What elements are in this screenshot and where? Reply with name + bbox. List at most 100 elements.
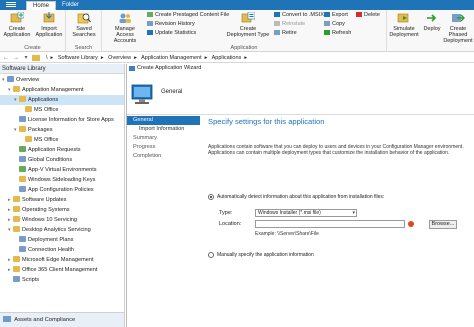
create-application-label: Create Application — [3, 26, 31, 38]
tree-item[interactable]: ▸ Microsoft Edge Management — [0, 255, 124, 265]
browse-button[interactable]: Browse... — [429, 220, 457, 229]
deploy-button[interactable]: Deploy — [421, 12, 443, 32]
tree-item[interactable]: Global Conditions — [0, 155, 124, 165]
ribbon-group-application-label: Application — [230, 45, 258, 51]
auto-detect-radio[interactable] — [208, 194, 214, 200]
create-prestaged-content-button[interactable]: Create Prestaged Content File — [147, 12, 229, 19]
tree-node-icon — [19, 96, 26, 102]
manage-access-accounts-button[interactable]: Manage Access Accounts — [106, 12, 144, 44]
assets-compliance-icon — [3, 316, 11, 322]
tree-item-label: Operating Systems — [22, 207, 70, 213]
simulate-deployment-button[interactable]: Simulate Deployment — [387, 12, 421, 38]
breadcrumb-application-management[interactable]: Application Management — [141, 55, 202, 61]
copy-icon — [324, 21, 330, 26]
wizard-page-heading: Specify settings for this application — [208, 117, 325, 126]
breadcrumb-overview[interactable]: Overview — [108, 55, 131, 61]
refresh-icon — [324, 30, 330, 35]
tree-item[interactable]: ▾ Applications — [0, 95, 124, 105]
tree-item-label: Packages — [28, 127, 53, 133]
tab-folder[interactable]: Folder — [56, 1, 85, 10]
create-deployment-type-button[interactable]: Create Deployment Type — [226, 12, 270, 38]
create-application-button[interactable]: Create Application — [0, 12, 34, 38]
workspace-assets-and-compliance-label: Assets and Compliance — [14, 317, 76, 323]
tree-item[interactable]: MS Office — [0, 105, 124, 115]
revision-history-icon — [147, 21, 153, 26]
type-select[interactable]: Windows Installer (*.msi file) ▾ — [255, 209, 357, 217]
step-progress[interactable]: Progress — [127, 143, 200, 152]
tree-node-icon — [13, 86, 20, 92]
tree-node-icon — [7, 76, 14, 82]
create-prestaged-content-label: Create Prestaged Content File — [155, 12, 230, 18]
dropdown-arrow-icon[interactable]: ▾ — [22, 54, 30, 62]
step-general[interactable]: General — [127, 116, 200, 125]
tab-file[interactable] — [0, 1, 24, 10]
create-deployment-type-icon — [241, 12, 255, 23]
create-phased-deployment-button[interactable]: Create Phased Deployment — [442, 12, 474, 44]
tree-item-label: Desktop Analytics Servicing — [22, 227, 91, 233]
tree-item[interactable]: ▾ Overview — [0, 75, 124, 85]
tree-item[interactable]: Application Requests — [0, 145, 124, 155]
manual-specify-label: Manually specify the application informa… — [217, 252, 314, 258]
ribbon-tab-bar: Home Folder — [0, 0, 474, 10]
ribbon-group-create-label: Create — [24, 45, 41, 51]
update-statistics-button[interactable]: Update Statistics — [147, 30, 196, 37]
location-input[interactable] — [255, 220, 405, 228]
tree-item-label: Applications — [28, 97, 59, 103]
ribbon-group-search-label: Search — [74, 45, 93, 51]
computer-icon — [131, 84, 153, 104]
refresh-label: Refresh — [332, 30, 352, 36]
ribbon: Create Application Import Application Cr… — [0, 10, 474, 52]
step-import-information[interactable]: Import Information — [127, 125, 200, 134]
forward-arrow-icon[interactable]: → — [12, 54, 20, 62]
wizard-content: Specify settings for this application Ap… — [200, 116, 474, 327]
breadcrumb-applications[interactable]: Applications — [212, 55, 242, 61]
tree-node-icon — [25, 136, 32, 142]
export-button[interactable]: Export — [324, 12, 348, 19]
copy-button[interactable]: Copy — [324, 21, 345, 28]
workspace-assets-and-compliance[interactable]: Assets and Compliance — [0, 312, 124, 327]
tree-item[interactable]: Windows Sideloading Keys — [0, 175, 124, 185]
tree-item[interactable]: Deployment Plans — [0, 235, 124, 245]
manual-specify-radio[interactable] — [208, 252, 214, 258]
update-statistics-icon — [147, 30, 153, 35]
import-application-label: Import Application — [35, 26, 63, 38]
import-application-button[interactable]: Import Application — [32, 12, 66, 38]
tree-node-icon — [13, 206, 20, 212]
tree-item[interactable]: ▾ Application Management — [0, 85, 124, 95]
tree-item[interactable]: MS Office — [0, 135, 124, 145]
tree-item[interactable]: ▾ Packages — [0, 125, 124, 135]
refresh-button[interactable]: Refresh — [324, 30, 351, 37]
tree-item[interactable]: App Configuration Policies — [0, 185, 124, 195]
tree-item[interactable]: Scripts — [0, 275, 124, 285]
saved-searches-button[interactable]: Saved Searches — [67, 12, 101, 38]
wizard-header-title: General — [161, 89, 183, 95]
retire-button[interactable]: Retire — [274, 30, 297, 37]
tree-item[interactable]: License Information for Store Apps — [0, 115, 124, 125]
tree-item-label: App-V Virtual Environments — [28, 167, 97, 173]
tree-node-icon — [13, 256, 20, 262]
back-arrow-icon[interactable]: ← — [2, 54, 10, 62]
type-select-value: Windows Installer (*.msi file) — [258, 210, 321, 216]
breadcrumb-root[interactable]: \ — [46, 55, 48, 61]
convert-to-msix-button[interactable]: Convert to .MSIX — [274, 12, 324, 19]
reinstate-button[interactable]: Reinstate — [274, 21, 305, 28]
tree-node-icon — [13, 216, 20, 222]
tree-item[interactable]: ▸ Operating Systems — [0, 205, 124, 215]
tab-home[interactable]: Home — [26, 1, 57, 10]
step-completion[interactable]: Completion — [127, 152, 200, 161]
tree-item[interactable]: Connection Health — [0, 245, 124, 255]
revision-history-button[interactable]: Revision History — [147, 21, 195, 28]
tree-node-icon — [19, 186, 26, 192]
tree-item[interactable]: ▸ Software Updates — [0, 195, 124, 205]
chevron-down-icon: ▾ — [352, 210, 355, 216]
tree-node-icon — [19, 156, 26, 162]
delete-button[interactable]: Delete — [356, 12, 380, 19]
breadcrumb-software-library[interactable]: Software Library — [58, 55, 98, 61]
tree-item[interactable]: ▾ Desktop Analytics Servicing — [0, 225, 124, 235]
convert-icon — [274, 12, 280, 17]
tree-node-icon — [19, 126, 26, 132]
step-summary[interactable]: Summary — [127, 134, 200, 143]
tree-item[interactable]: ▸ Office 365 Client Management — [0, 265, 124, 275]
tree-item[interactable]: App-V Virtual Environments — [0, 165, 124, 175]
tree-item[interactable]: ▸ Windows 10 Servicing — [0, 215, 124, 225]
